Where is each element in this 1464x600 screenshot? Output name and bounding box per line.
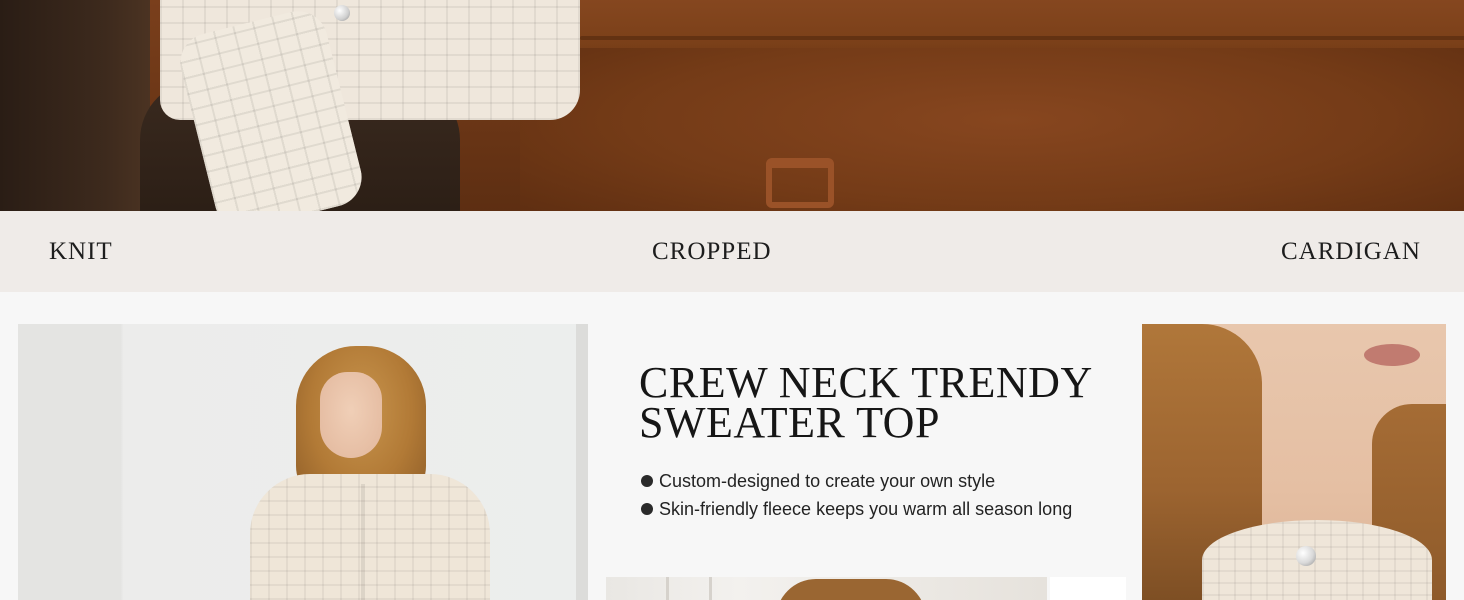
feature-item: Custom-designed to create your own style	[641, 467, 1072, 495]
feature-text: Custom-designed to create your own style	[659, 470, 996, 491]
product-photo-left	[18, 324, 588, 600]
product-photo-right	[1142, 324, 1446, 600]
bullet-dot-icon	[641, 503, 653, 515]
keyword-cardigan: CARDIGAN	[1281, 238, 1421, 265]
product-detail-page: KNIT CROPPED CARDIGAN CREW NECK TRENDY S…	[0, 0, 1464, 600]
white-panel	[1050, 577, 1126, 600]
keyword-cropped: CROPPED	[652, 238, 772, 265]
hero-image	[0, 0, 1464, 211]
feature-item: Skin-friendly fleece keeps you warm all …	[641, 495, 1072, 523]
feature-text: Skin-friendly fleece keeps you warm all …	[659, 498, 1073, 519]
keyword-knit: KNIT	[49, 238, 113, 265]
bullet-dot-icon	[641, 475, 653, 487]
keyword-strip: KNIT CROPPED CARDIGAN	[0, 211, 1464, 292]
pearl-button-closeup	[1296, 546, 1316, 566]
product-photo-middle	[606, 577, 1047, 600]
product-title: CREW NECK TRENDY SWEATER TOP	[639, 358, 1092, 447]
feature-list: Custom-designed to create your own style…	[641, 467, 1072, 523]
pearl-button-detail	[334, 5, 350, 21]
